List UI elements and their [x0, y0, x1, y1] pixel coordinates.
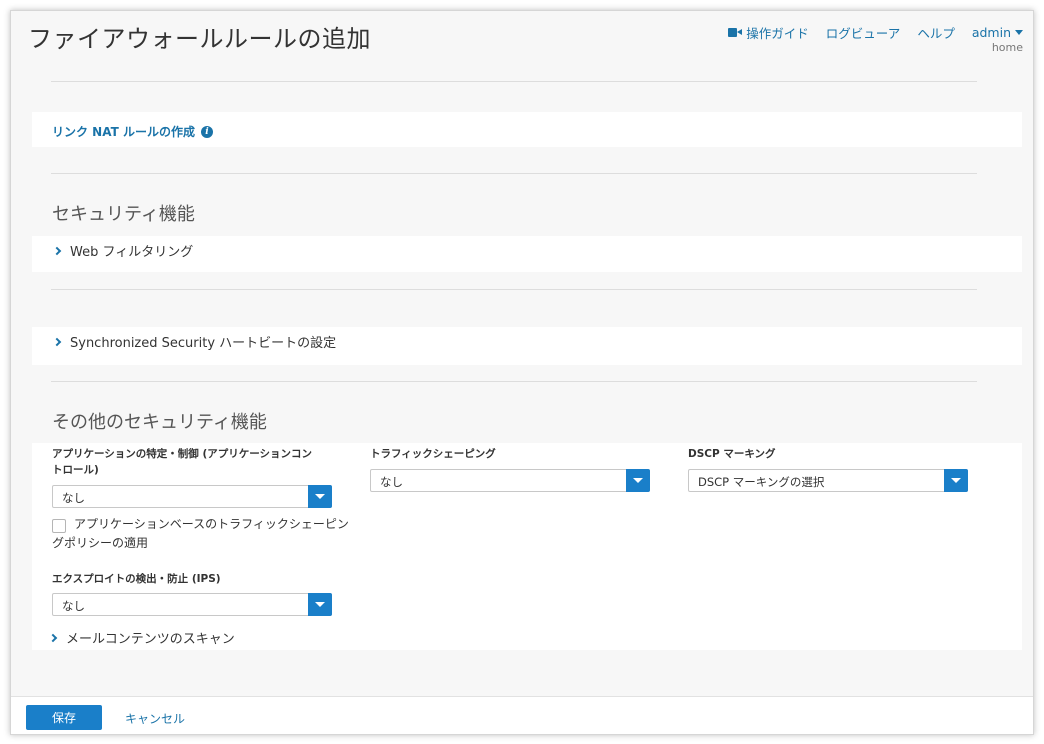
mail-scan-label: メールコンテンツのスキャン — [66, 632, 235, 647]
web-filtering-panel: Web フィルタリング — [32, 236, 1022, 272]
ips-value: なし — [62, 599, 85, 613]
app-control-select[interactable]: なし — [52, 485, 332, 508]
web-filtering-label: Web フィルタリング — [70, 245, 194, 260]
heartbeat-expander[interactable]: Synchronized Security ハートビートの設定 — [52, 332, 336, 351]
heartbeat-label: Synchronized Security ハートビートの設定 — [70, 336, 337, 351]
divider — [51, 381, 977, 382]
caret-down-icon — [315, 494, 325, 499]
app-traffic-shaping-label-line1: アプリケーションベースのトラフィックシェーピン — [74, 517, 349, 531]
mail-scan-expander[interactable]: メールコンテンツのスキャン — [48, 628, 235, 647]
dropdown-button[interactable] — [626, 469, 650, 492]
divider — [51, 81, 977, 82]
section-title-security: セキュリティ機能 — [52, 204, 195, 225]
chevron-right-icon — [52, 246, 62, 255]
caret-down-icon — [1015, 30, 1023, 35]
traffic-shaping-label: トラフィックシェーピング — [370, 448, 496, 460]
caret-down-icon — [633, 478, 643, 483]
heartbeat-panel: Synchronized Security ハートビートの設定 — [32, 327, 1022, 365]
app-traffic-shaping-checkbox[interactable] — [52, 519, 66, 533]
app-control-label-line2: トロール) — [52, 464, 99, 476]
top-nav: 操作ガイド ログビューア ヘルプ admin — [711, 23, 1023, 42]
footer-bar: 保存 キャンセル — [11, 696, 1033, 734]
traffic-shaping-value: なし — [380, 475, 403, 489]
dscp-value: DSCP マーキングの選択 — [698, 475, 825, 489]
dropdown-button[interactable] — [308, 485, 332, 508]
ips-label: エクスプロイトの検出・防止 (IPS) — [52, 573, 221, 585]
user-menu[interactable]: admin — [972, 25, 1023, 40]
dialog-window: ファイアウォールルールの追加 操作ガイド ログビューア ヘルプ admin ho… — [10, 10, 1034, 735]
dropdown-button[interactable] — [944, 469, 968, 492]
form-content: リンク NAT ルールの作成 i セキュリティ機能 Web フィルタリング Sy… — [11, 66, 1033, 696]
web-filtering-expander[interactable]: Web フィルタリング — [52, 241, 193, 260]
guide-link[interactable]: 操作ガイド — [728, 23, 809, 42]
app-control-value: なし — [62, 491, 85, 505]
dscp-select[interactable]: DSCP マーキングの選択 — [688, 469, 968, 492]
other-security-panel: アプリケーションの特定・制御 (アプリケーションコン トロール) なし アプリケ… — [32, 443, 1022, 650]
traffic-shaping-select[interactable]: なし — [370, 469, 650, 492]
link-nat-rule-link[interactable]: リンク NAT ルールの作成 i — [52, 123, 213, 140]
caret-down-icon — [951, 478, 961, 483]
link-nat-label: リンク NAT ルールの作成 — [52, 125, 195, 139]
divider — [51, 289, 977, 290]
video-camera-icon — [728, 28, 743, 37]
cancel-link[interactable]: キャンセル — [125, 710, 185, 727]
user-subtitle: home — [991, 41, 1023, 54]
info-icon[interactable]: i — [200, 125, 213, 138]
ips-select[interactable]: なし — [52, 593, 332, 616]
app-control-label: アプリケーションの特定・制御 (アプリケーションコン トロール) — [52, 446, 312, 478]
dropdown-button[interactable] — [308, 593, 332, 616]
section-title-other-security: その他のセキュリティ機能 — [52, 412, 267, 433]
log-viewer-link[interactable]: ログビューア — [826, 23, 901, 42]
dscp-label: DSCP マーキング — [688, 448, 776, 460]
caret-down-icon — [315, 602, 325, 607]
link-nat-panel: リンク NAT ルールの作成 i — [32, 112, 1022, 147]
app-control-label-line1: アプリケーションの特定・制御 (アプリケーションコン — [52, 448, 313, 460]
user-name: admin — [971, 25, 1011, 40]
chevron-right-icon — [52, 337, 62, 346]
save-button[interactable]: 保存 — [26, 705, 102, 730]
divider — [51, 173, 977, 174]
page-title: ファイアウォールルールの追加 — [28, 25, 371, 53]
app-traffic-shaping-label-line2: グポリシーの適用 — [52, 536, 149, 550]
page-header: ファイアウォールルールの追加 操作ガイド ログビューア ヘルプ admin ho… — [11, 11, 1033, 66]
guide-label: 操作ガイド — [746, 26, 809, 41]
chevron-right-icon — [48, 633, 58, 642]
help-link[interactable]: ヘルプ — [917, 23, 955, 42]
